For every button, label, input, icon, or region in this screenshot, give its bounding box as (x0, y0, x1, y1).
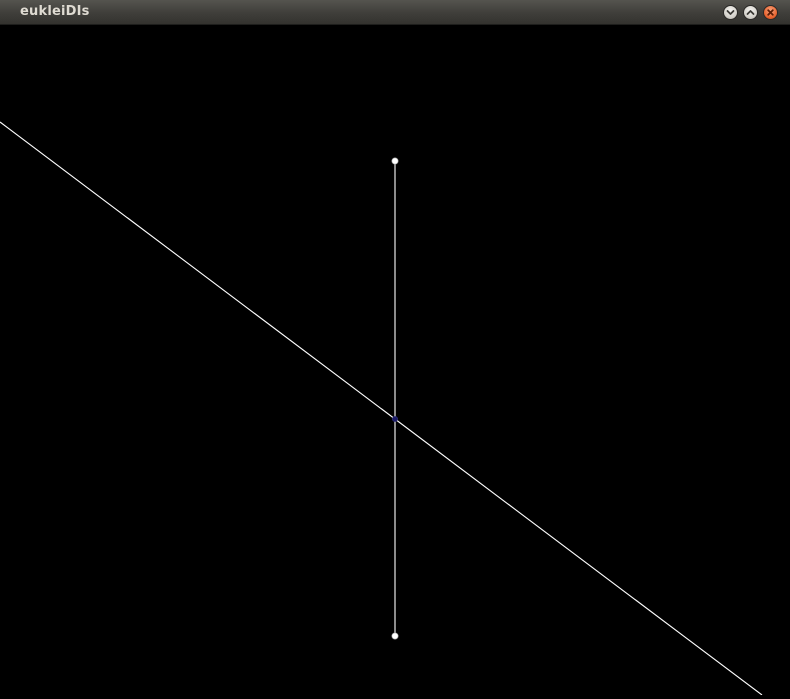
segment-endpoint-top[interactable] (391, 157, 399, 165)
minimize-button[interactable] (723, 5, 738, 20)
intersection-point[interactable] (392, 416, 398, 422)
title-bar[interactable]: eukleiDIs (0, 0, 790, 25)
construction-svg[interactable] (0, 25, 790, 696)
segment-endpoint-bottom[interactable] (391, 632, 399, 640)
close-button[interactable] (763, 5, 778, 20)
chevron-up-icon (746, 10, 755, 15)
geometry-canvas[interactable] (0, 25, 790, 696)
close-icon (767, 9, 774, 16)
infinite-line[interactable] (0, 121, 763, 696)
window-title: eukleiDIs (20, 4, 90, 19)
chevron-down-icon (726, 10, 735, 15)
maximize-button[interactable] (743, 5, 758, 20)
app-window: eukleiDIs (0, 0, 790, 696)
